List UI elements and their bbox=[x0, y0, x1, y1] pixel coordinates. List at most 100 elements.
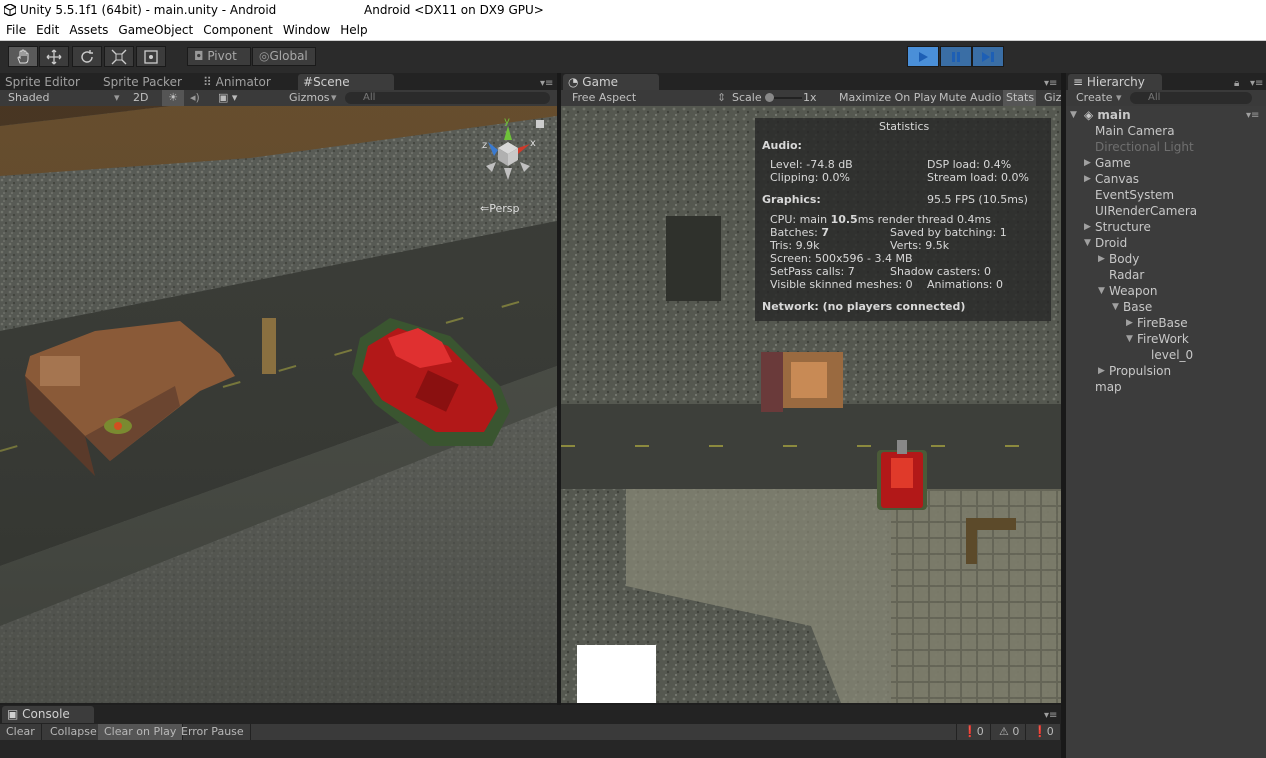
hierarchy-item[interactable]: Propulsion bbox=[1109, 364, 1171, 379]
hierarchy-expand-icon[interactable]: ▶ bbox=[1084, 222, 1091, 232]
orientation-gizmo[interactable]: y x z bbox=[478, 116, 538, 182]
hierarchy-expand-icon[interactable]: ▶ bbox=[1126, 318, 1133, 328]
hierarchy-item[interactable]: Body bbox=[1109, 252, 1139, 267]
menu-edit[interactable]: Edit bbox=[30, 20, 63, 41]
console-error-pause-toggle[interactable]: Error Pause bbox=[175, 724, 251, 740]
scene-collapse-icon[interactable]: ▼ bbox=[1070, 110, 1077, 120]
hierarchy-item[interactable]: Droid bbox=[1095, 236, 1127, 251]
menu-gameobject[interactable]: GameObject bbox=[112, 20, 197, 41]
scale-slider-thumb[interactable] bbox=[765, 93, 774, 102]
scene-options-icon[interactable]: ▾≡ bbox=[1246, 110, 1259, 121]
droid-tank-topdown bbox=[877, 440, 927, 510]
scene-viewport[interactable]: y x z ⇐Persp bbox=[0, 106, 557, 703]
hierarchy-item[interactable]: Canvas bbox=[1095, 172, 1139, 187]
shading-mode-dropdown[interactable]: Shaded bbox=[8, 90, 49, 106]
toggle-2d-button[interactable]: 2D bbox=[133, 90, 148, 106]
hierarchy-lock-icon[interactable]: 🔒︎ bbox=[1234, 78, 1239, 89]
menu-assets[interactable]: Assets bbox=[63, 20, 112, 41]
pause-button[interactable] bbox=[940, 46, 972, 67]
hierarchy-expand-icon[interactable]: ▶ bbox=[1084, 174, 1091, 184]
rect-tool-button[interactable] bbox=[136, 46, 166, 67]
tab-animator-label: Animator bbox=[215, 75, 271, 89]
console-panel-menu-icon[interactable]: ▾≡ bbox=[1044, 710, 1057, 721]
tab-animator[interactable]: ⠿ Animator bbox=[198, 74, 276, 91]
tab-hierarchy[interactable]: ≡ Hierarchy bbox=[1068, 74, 1162, 91]
hierarchy-item[interactable]: FireBase bbox=[1137, 316, 1188, 331]
stats-batches-prefix: Batches: bbox=[770, 226, 822, 239]
rotate-tool-button[interactable] bbox=[72, 46, 102, 67]
info-icon: ❗ bbox=[1033, 725, 1047, 738]
stats-toggle[interactable]: Stats bbox=[1003, 90, 1036, 106]
hierarchy-item[interactable]: Structure bbox=[1095, 220, 1151, 235]
menu-file[interactable]: File bbox=[0, 20, 30, 41]
hierarchy-item[interactable]: level_0 bbox=[1151, 348, 1193, 363]
mute-audio-toggle[interactable]: Mute Audio bbox=[939, 90, 1001, 106]
maximize-on-play-toggle[interactable]: Maximize On Play bbox=[839, 90, 937, 106]
effects-toggle-icon[interactable]: ▣ ▾ bbox=[218, 90, 237, 106]
audio-toggle-icon[interactable]: ◂) bbox=[190, 90, 200, 106]
move-tool-button[interactable] bbox=[39, 46, 69, 67]
tab-game[interactable]: ◔ Game bbox=[563, 74, 659, 91]
menu-help[interactable]: Help bbox=[334, 20, 371, 41]
hierarchy-expand-icon[interactable]: ▶ bbox=[1098, 254, 1105, 264]
hierarchy-item[interactable]: Weapon bbox=[1109, 284, 1157, 299]
hierarchy-search-input[interactable]: All bbox=[1130, 92, 1252, 104]
menu-window[interactable]: Window bbox=[277, 20, 334, 41]
scene-name-label: main bbox=[1097, 108, 1131, 122]
console-collapse-button[interactable]: Collapse bbox=[44, 724, 104, 740]
console-warnings-toggle[interactable]: ⚠ 0 bbox=[993, 724, 1027, 740]
unity-logo-icon bbox=[4, 4, 16, 16]
hierarchy-panel-menu-icon[interactable]: ▾≡ bbox=[1250, 78, 1263, 89]
console-clear-on-play-toggle[interactable]: Clear on Play bbox=[98, 724, 184, 740]
hierarchy-item[interactable]: Main Camera bbox=[1095, 124, 1175, 139]
hierarchy-item[interactable]: Base bbox=[1123, 300, 1152, 315]
hierarchy-expand-icon[interactable]: ▶ bbox=[1084, 158, 1091, 168]
projection-label[interactable]: ⇐Persp bbox=[480, 202, 519, 215]
gizmos-dropdown[interactable]: Gizmos bbox=[289, 90, 330, 106]
console-infos-toggle[interactable]: ❗0 bbox=[1027, 724, 1061, 740]
console-clear-button[interactable]: Clear bbox=[0, 724, 42, 740]
console-icon: ▣ bbox=[7, 707, 23, 721]
aspect-dropdown[interactable]: Free Aspect bbox=[572, 90, 636, 106]
step-button[interactable] bbox=[972, 46, 1004, 67]
console-errors-toggle[interactable]: ❗0 bbox=[956, 724, 991, 740]
hierarchy-panel: ▼ ◈ main ▾≡ Main Camera Directional Light… bbox=[1066, 106, 1266, 758]
scale-tool-button[interactable] bbox=[104, 46, 134, 67]
hierarchy-expand-icon[interactable]: ▶ bbox=[1098, 366, 1105, 376]
hierarchy-item[interactable]: Game bbox=[1095, 156, 1131, 171]
console-log-area[interactable] bbox=[0, 740, 1061, 758]
hierarchy-item[interactable]: EventSystem bbox=[1095, 188, 1174, 203]
play-button[interactable] bbox=[907, 46, 939, 67]
hand-tool-button[interactable] bbox=[8, 46, 38, 67]
game-viewport[interactable]: Statistics Audio: Level: -74.8 dB DSP lo… bbox=[561, 106, 1061, 703]
tab-sprite-editor[interactable]: Sprite Editor bbox=[0, 74, 85, 91]
hierarchy-expand-icon[interactable]: ▼ bbox=[1112, 302, 1119, 312]
scene-lighting-toggle[interactable]: ☀ bbox=[162, 90, 184, 106]
hierarchy-expand-icon[interactable]: ▼ bbox=[1084, 238, 1091, 248]
tab-console[interactable]: ▣ Console bbox=[2, 706, 94, 723]
scene-panel-menu-icon[interactable]: ▾≡ bbox=[540, 78, 553, 89]
create-dropdown[interactable]: Create bbox=[1076, 90, 1113, 106]
hierarchy-item[interactable]: Radar bbox=[1109, 268, 1144, 283]
hierarchy-item[interactable]: Directional Light bbox=[1095, 140, 1194, 155]
hierarchy-expand-icon[interactable]: ▼ bbox=[1126, 334, 1133, 344]
hierarchy-scene-root[interactable]: ◈ main bbox=[1084, 108, 1131, 123]
gizmos-truncated-toggle[interactable]: Giz bbox=[1044, 90, 1061, 106]
stats-verts: Verts: 9.5k bbox=[890, 239, 950, 252]
hierarchy-item[interactable]: UIRenderCamera bbox=[1095, 204, 1197, 219]
scene-search-input[interactable]: All bbox=[345, 92, 550, 104]
persp-text: Persp bbox=[489, 202, 520, 215]
error-count: 0 bbox=[976, 725, 984, 738]
hierarchy-expand-icon[interactable]: ▼ bbox=[1098, 286, 1105, 296]
menu-component[interactable]: Component bbox=[197, 20, 277, 41]
pivot-toggle[interactable]: ◘ Pivot bbox=[187, 47, 251, 66]
global-toggle[interactable]: ◎Global bbox=[252, 47, 316, 66]
tab-scene[interactable]: #Scene bbox=[298, 74, 394, 91]
tab-hierarchy-label: Hierarchy bbox=[1086, 75, 1145, 89]
game-panel-menu-icon[interactable]: ▾≡ bbox=[1044, 78, 1057, 89]
tab-sprite-packer[interactable]: Sprite Packer bbox=[98, 74, 187, 91]
hierarchy-item[interactable]: map bbox=[1095, 380, 1122, 395]
hierarchy-item[interactable]: FireWork bbox=[1137, 332, 1189, 347]
gizmo-lock-icon[interactable] bbox=[536, 120, 544, 128]
scene-tabbar: Sprite Editor Sprite Packer ⠿ Animator #… bbox=[0, 73, 557, 91]
